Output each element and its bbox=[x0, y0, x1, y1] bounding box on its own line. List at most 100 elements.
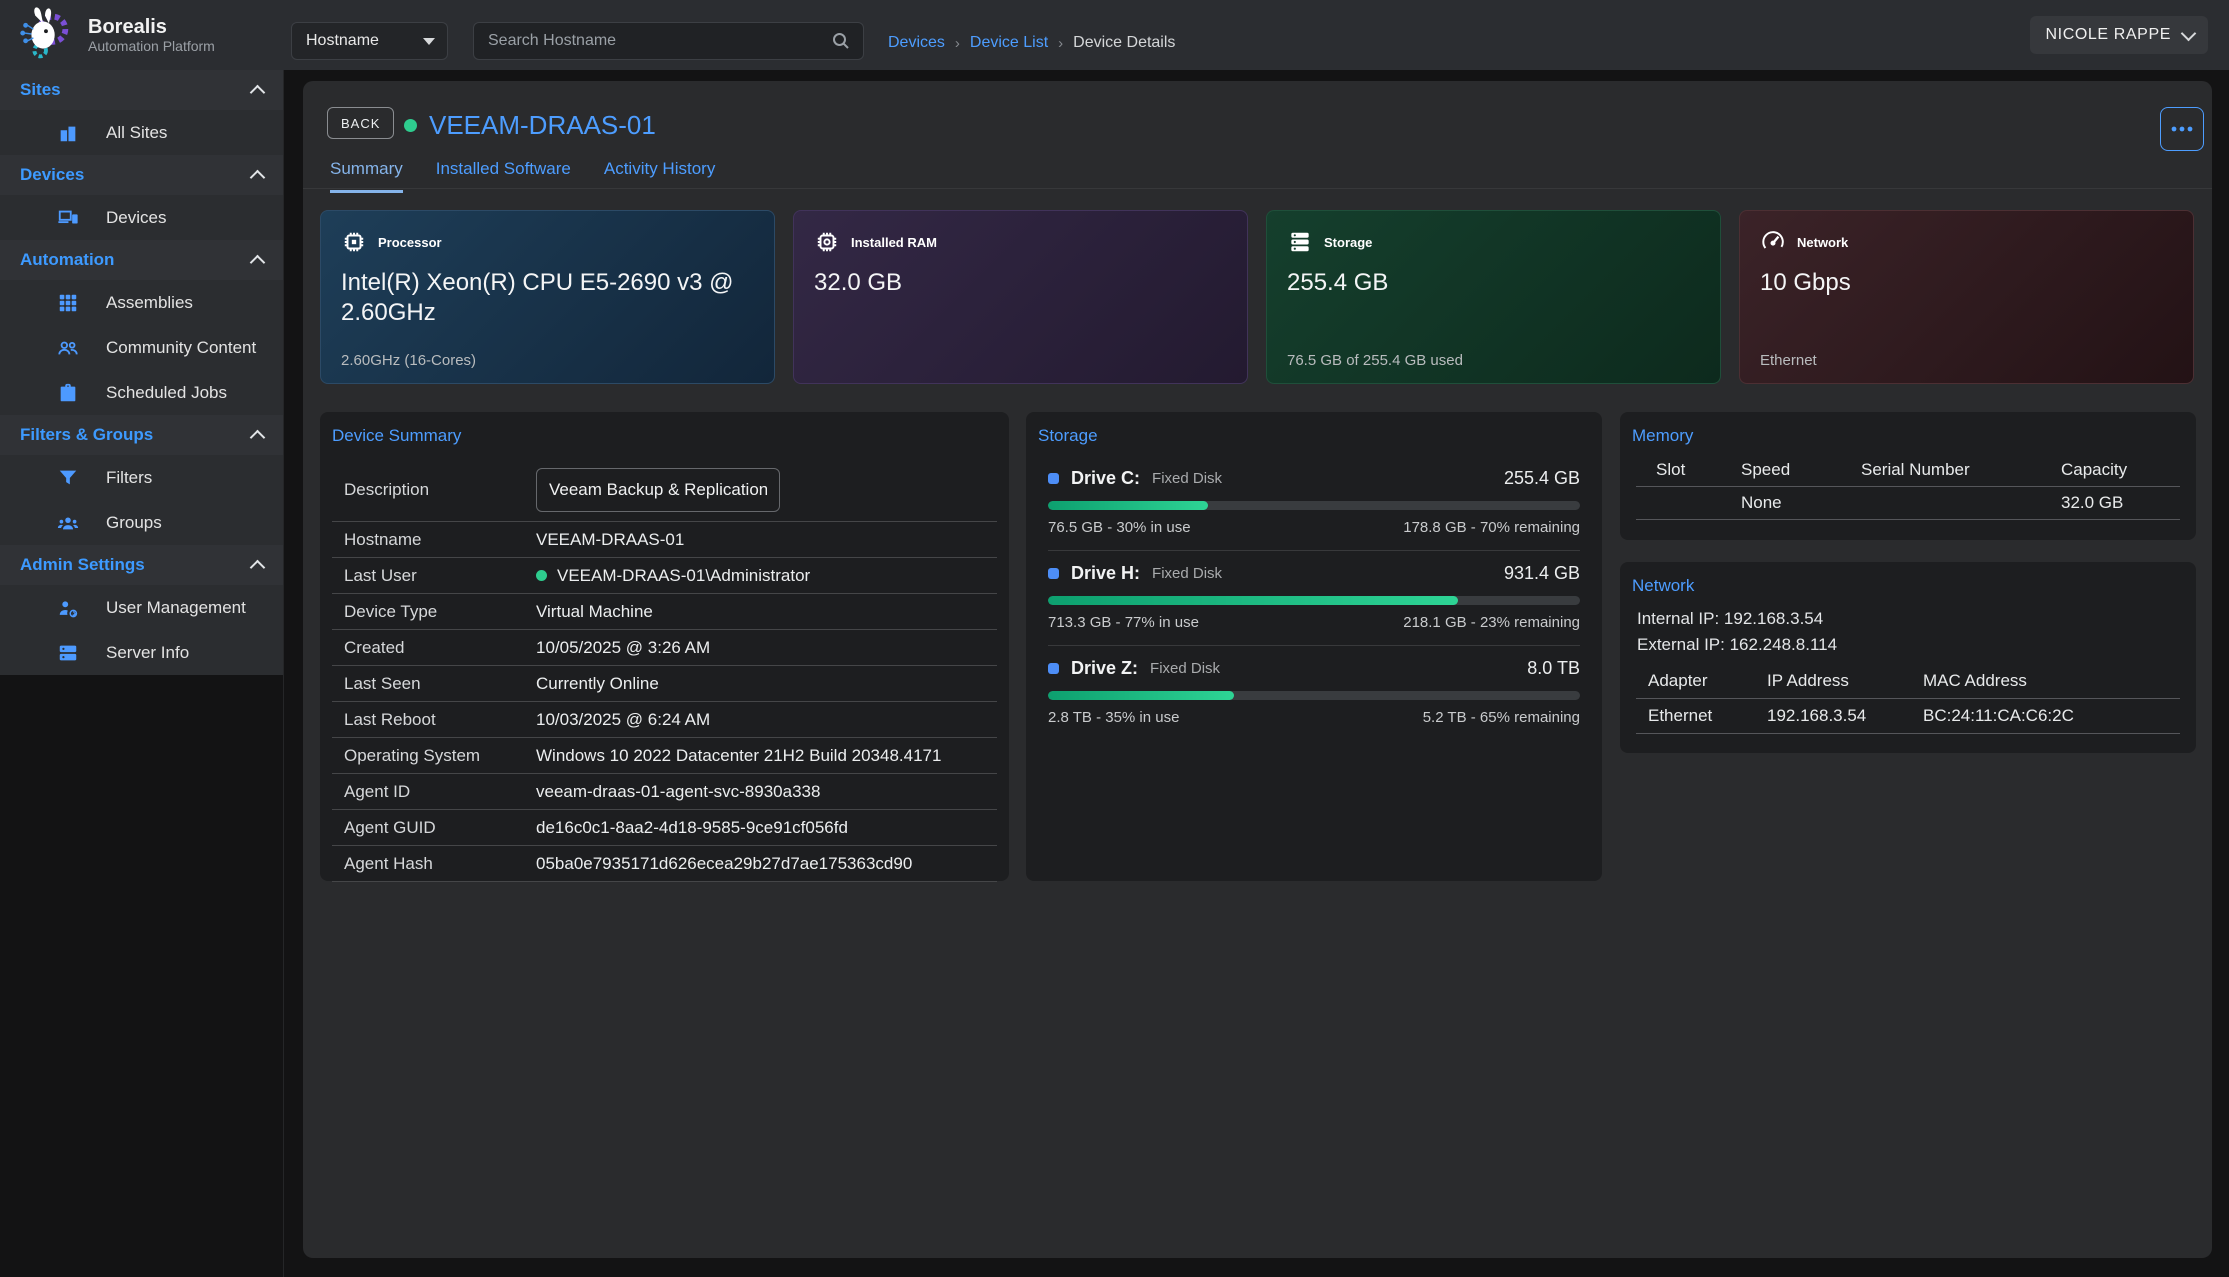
panel-title: Device Summary bbox=[332, 426, 461, 446]
sidebar-item-label: User Management bbox=[106, 598, 246, 618]
speedometer-icon bbox=[1760, 229, 1786, 255]
sidebar-item-assemblies[interactable]: Assemblies bbox=[0, 280, 283, 325]
drive-bullet-icon bbox=[1048, 473, 1059, 484]
chevron-down-icon bbox=[2181, 25, 2197, 41]
row-value: de16c0c1-8aa2-4d18-9585-9ce91cf056fd bbox=[536, 818, 848, 838]
user-name: NICOLE RAPPE bbox=[2046, 26, 2171, 44]
section-label: Filters & Groups bbox=[20, 425, 153, 445]
row-label: Description bbox=[344, 480, 536, 500]
online-dot bbox=[536, 570, 547, 581]
more-actions-button[interactable] bbox=[2160, 107, 2204, 151]
sidebar-item-community-content[interactable]: Community Content bbox=[0, 325, 283, 370]
brand-logo-area[interactable]: Borealis Automation Platform bbox=[14, 4, 215, 66]
row-hostname: Hostname VEEAM-DRAAS-01 bbox=[332, 522, 997, 558]
drive-type: Fixed Disk bbox=[1152, 470, 1222, 487]
network-header-ip: IP Address bbox=[1767, 664, 1923, 699]
drive-bullet-icon bbox=[1048, 568, 1059, 579]
drive-size: 931.4 GB bbox=[1504, 563, 1580, 584]
rabbit-logo-icon bbox=[14, 4, 76, 66]
memory-cell-capacity: 32.0 GB bbox=[2061, 487, 2180, 520]
sidebar-section-sites[interactable]: Sites bbox=[0, 70, 283, 110]
memory-panel: Memory Slot Speed Serial Number Capacity… bbox=[1620, 412, 2196, 540]
sidebar-item-label: All Sites bbox=[106, 123, 167, 143]
row-label: Created bbox=[344, 638, 536, 658]
sidebar-section-automation[interactable]: Automation bbox=[0, 240, 283, 280]
memory-header-speed: Speed bbox=[1741, 454, 1861, 487]
network-table: Adapter IP Address MAC Address Ethernet … bbox=[1636, 664, 2180, 734]
drive-name: Drive C: bbox=[1071, 468, 1140, 489]
network-value: 10 Gbps bbox=[1760, 268, 2173, 298]
tab-activity-history[interactable]: Activity History bbox=[604, 159, 715, 193]
row-agent-guid: Agent GUID de16c0c1-8aa2-4d18-9585-9ce91… bbox=[332, 810, 997, 846]
breadcrumb-separator: › bbox=[1058, 35, 1063, 52]
devices-icon bbox=[57, 207, 79, 229]
sidebar-item-server-info[interactable]: Server Info bbox=[0, 630, 283, 675]
breadcrumb-device-details: Device Details bbox=[1073, 34, 1175, 52]
chevron-up-icon bbox=[250, 255, 266, 271]
sidebar-item-devices[interactable]: Devices bbox=[0, 195, 283, 240]
search-input[interactable] bbox=[474, 32, 831, 50]
tab-installed-software[interactable]: Installed Software bbox=[436, 159, 571, 193]
drive-size: 255.4 GB bbox=[1504, 468, 1580, 489]
breadcrumb-devices[interactable]: Devices bbox=[888, 34, 945, 52]
memory-cell-slot bbox=[1636, 487, 1741, 520]
sidebar-item-label: Filters bbox=[106, 468, 152, 488]
row-value: Currently Online bbox=[536, 674, 659, 694]
memory-header-slot: Slot bbox=[1636, 454, 1741, 487]
row-value: VEEAM-DRAAS-01 bbox=[536, 530, 684, 550]
sidebar-section-devices[interactable]: Devices bbox=[0, 155, 283, 195]
memory-table: Slot Speed Serial Number Capacity None 3… bbox=[1636, 454, 2180, 520]
sidebar-section-filters-groups[interactable]: Filters & Groups bbox=[0, 415, 283, 455]
user-menu-button[interactable]: NICOLE RAPPE bbox=[2030, 16, 2208, 54]
panel-title: Storage bbox=[1038, 426, 1098, 446]
processor-card: Processor Intel(R) Xeon(R) CPU E5-2690 v… bbox=[320, 210, 775, 384]
sidebar-item-scheduled-jobs[interactable]: Scheduled Jobs bbox=[0, 370, 283, 415]
chevron-up-icon bbox=[250, 170, 266, 186]
sidebar-item-label: Community Content bbox=[106, 338, 256, 358]
card-title: Processor bbox=[378, 235, 442, 250]
search-icon[interactable] bbox=[831, 31, 851, 51]
external-ip: External IP: 162.248.8.114 bbox=[1637, 632, 1837, 658]
drive-usage-bar bbox=[1048, 501, 1580, 510]
ram-value: 32.0 GB bbox=[814, 268, 1227, 298]
card-title: Storage bbox=[1324, 235, 1372, 250]
cpu-icon bbox=[341, 229, 367, 255]
row-label: Last User bbox=[344, 566, 536, 586]
row-operating-system: Operating System Windows 10 2022 Datacen… bbox=[332, 738, 997, 774]
drive-type: Fixed Disk bbox=[1150, 660, 1220, 677]
row-value: veeam-draas-01-agent-svc-8930a338 bbox=[536, 782, 820, 802]
brand-name: Borealis bbox=[88, 16, 215, 38]
breadcrumb-device-list[interactable]: Device List bbox=[970, 34, 1048, 52]
sidebar-item-groups[interactable]: Groups bbox=[0, 500, 283, 545]
row-last-user: Last User VEEAM-DRAAS-01\Administrator bbox=[332, 558, 997, 594]
drive-remaining: 5.2 TB - 65% remaining bbox=[1423, 709, 1580, 726]
hostname-filter-select[interactable]: Hostname bbox=[291, 22, 448, 60]
panel-title: Memory bbox=[1632, 426, 1693, 446]
sidebar-section-admin-settings[interactable]: Admin Settings bbox=[0, 545, 283, 585]
drive-z: Drive Z: Fixed Disk 8.0 TB 2.8 TB - 35% … bbox=[1048, 646, 1580, 740]
sidebar-item-label: Assemblies bbox=[106, 293, 193, 313]
drive-remaining: 178.8 GB - 70% remaining bbox=[1403, 519, 1580, 536]
row-agent-id: Agent ID veeam-draas-01-agent-svc-8930a3… bbox=[332, 774, 997, 810]
briefcase-icon bbox=[57, 382, 79, 404]
device-details-panel: BACK VEEAM-DRAAS-01 Summary Installed So… bbox=[303, 81, 2212, 1258]
back-button[interactable]: BACK bbox=[327, 107, 394, 139]
tab-summary[interactable]: Summary bbox=[330, 159, 403, 193]
drive-used: 713.3 GB - 77% in use bbox=[1048, 614, 1199, 631]
sidebar-item-label: Server Info bbox=[106, 643, 189, 663]
breadcrumb: Devices › Device List › Device Details bbox=[888, 0, 1175, 70]
sidebar-item-filters[interactable]: Filters bbox=[0, 455, 283, 500]
sidebar-item-all-sites[interactable]: All Sites bbox=[0, 110, 283, 155]
storage-panel: Storage Drive C: Fixed Disk 255.4 GB 76.… bbox=[1026, 412, 1602, 881]
building-icon bbox=[57, 122, 79, 144]
chevron-up-icon bbox=[250, 430, 266, 446]
drive-name: Drive Z: bbox=[1071, 658, 1138, 679]
network-cell-mac: BC:24:11:CA:C6:2C bbox=[1923, 699, 2180, 734]
row-agent-hash: Agent Hash 05ba0e7935171d626ecea29b27d7a… bbox=[332, 846, 997, 882]
sidebar-item-user-management[interactable]: User Management bbox=[0, 585, 283, 630]
drive-size: 8.0 TB bbox=[1527, 658, 1580, 679]
description-input[interactable] bbox=[536, 468, 780, 512]
ram-chip-icon bbox=[814, 229, 840, 255]
row-label: Device Type bbox=[344, 602, 536, 622]
drive-used: 2.8 TB - 35% in use bbox=[1048, 709, 1179, 726]
